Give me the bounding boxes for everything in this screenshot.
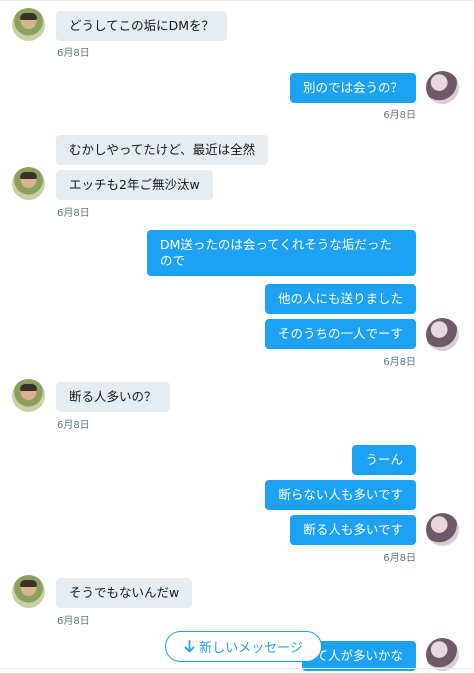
message-bubble-incoming[interactable]: どうしてこの垢にDMを？ (56, 11, 228, 41)
arrow-down-icon (184, 640, 195, 653)
message-timestamp: 6月8日 (57, 420, 90, 431)
top-divider (0, 0, 474, 1)
message-bubble-outgoing[interactable]: 断る人も多いです (290, 515, 416, 545)
message-timestamp: 6月8日 (383, 357, 416, 368)
message-bubble-outgoing[interactable]: うーん (352, 445, 416, 475)
bottom-divider (0, 668, 474, 669)
message-bubble-incoming[interactable]: 断る人多いの？ (56, 382, 170, 412)
message-bubble-incoming[interactable]: そうでもないんだw (56, 578, 193, 608)
own-avatar[interactable] (426, 71, 459, 104)
own-avatar[interactable] (426, 638, 459, 671)
message-bubble-outgoing[interactable]: DM送ったのは会ってくれそうな垢だったので (147, 230, 416, 276)
sender-avatar[interactable] (12, 575, 45, 608)
message-bubble-outgoing[interactable]: 別のでは会うの？ (289, 73, 416, 103)
sender-avatar[interactable] (12, 167, 45, 200)
message-timestamp: 6月8日 (383, 553, 416, 564)
message-timestamp: 6月8日 (383, 110, 416, 121)
message-bubble-outgoing[interactable]: 断らない人も多いです (265, 480, 416, 510)
new-messages-button[interactable]: 新しいメッセージ (165, 631, 322, 662)
message-bubble-outgoing[interactable]: 他の人にも送りました (264, 284, 416, 314)
sender-avatar[interactable] (12, 8, 45, 41)
own-avatar[interactable] (426, 513, 459, 546)
message-timestamp: 6月8日 (57, 208, 90, 219)
new-messages-label: 新しいメッセージ (199, 641, 303, 656)
sender-avatar[interactable] (12, 379, 45, 412)
message-bubble-incoming[interactable]: エッチも2年ご無沙汰w (56, 170, 213, 200)
message-timestamp: 6月8日 (57, 616, 90, 627)
message-bubble-incoming[interactable]: むかしやってたけど、最近は全然 (56, 135, 269, 165)
message-bubble-outgoing[interactable]: そのうちの一人でーす (264, 319, 416, 349)
message-timestamp: 6月8日 (57, 48, 90, 59)
own-avatar[interactable] (426, 318, 459, 351)
